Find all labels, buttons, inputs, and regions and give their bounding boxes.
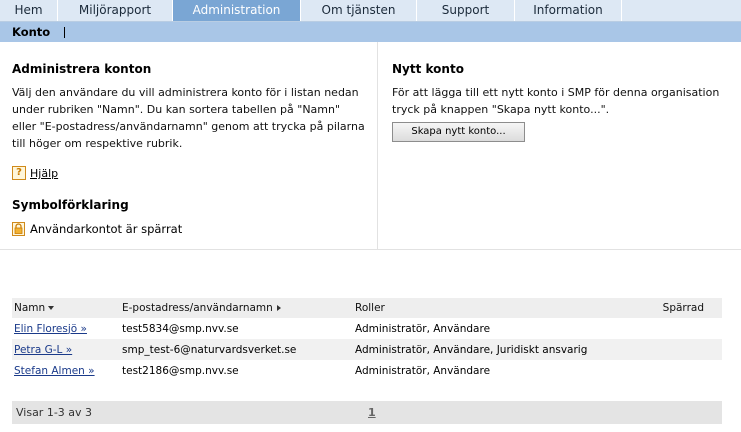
main-nav: Hem Miljörapport Administration Om tjäns…	[0, 0, 741, 22]
administrera-title: Administrera konton	[12, 62, 152, 76]
user-link[interactable]: Stefan Almen »	[14, 365, 95, 377]
lock-icon	[12, 222, 25, 236]
user-email: smp_test-6@naturvardsverket.se	[122, 343, 297, 356]
user-roles: Administratör, Användare	[355, 364, 491, 377]
result-count: Visar 1-3 av 3	[16, 406, 93, 419]
user-link[interactable]: Petra G-L »	[14, 344, 72, 356]
user-roles: Administratör, Användare	[355, 322, 491, 335]
sort-down-arrow-icon[interactable]	[48, 306, 55, 310]
create-account-button[interactable]: Skapa nytt konto...	[392, 122, 525, 142]
help-link[interactable]: Hjälp	[30, 167, 58, 180]
tab-administration[interactable]: Administration	[173, 0, 301, 21]
user-link[interactable]: Elin Floresjö »	[14, 323, 87, 335]
table-row: Petra G-L » smp_test-6@naturvardsverket.…	[12, 339, 722, 360]
page-link[interactable]: 1	[368, 406, 376, 419]
tab-support[interactable]: Support	[417, 0, 515, 21]
header-name[interactable]: Namn	[12, 302, 122, 314]
table-row: Stefan Almen » test2186@smp.nvv.se Admin…	[12, 360, 722, 381]
header-email[interactable]: E-postadress/användarnamn	[122, 302, 355, 314]
question-icon[interactable]: ?	[12, 166, 26, 180]
table-row: Elin Floresjö » test5834@smp.nvv.se Admi…	[12, 318, 722, 339]
nytt-konto-description: För att lägga till ett nytt konto i SMP …	[392, 86, 720, 116]
header-email-label: E-postadress/användarnamn	[122, 302, 273, 314]
sub-nav: Konto	[0, 22, 741, 42]
panel-divider	[377, 42, 378, 249]
administrera-description: Välj den användare du vill administrera …	[12, 86, 365, 150]
lock-legend-label: Användarkontot är spärrat	[30, 222, 183, 236]
user-email: test2186@smp.nvv.se	[122, 364, 239, 377]
symbol-legend-title: Symbolförklaring	[12, 198, 129, 212]
header-roles: Roller	[355, 302, 385, 314]
subnav-konto[interactable]: Konto	[12, 25, 50, 39]
sort-right-arrow-icon[interactable]	[276, 305, 281, 311]
header-name-label: Namn	[14, 302, 46, 314]
administrera-panel: Administrera konton Välj den användare d…	[12, 62, 367, 236]
help-link-row: ? Hjälp	[12, 166, 367, 180]
tab-miljorapport[interactable]: Miljörapport	[58, 0, 173, 21]
nytt-konto-panel: Nytt konto För att lägga till ett nytt k…	[392, 62, 737, 142]
nytt-konto-title: Nytt konto	[392, 62, 464, 76]
table-header: Namn E-postadress/användarnamn Roller Sp…	[12, 298, 722, 318]
header-locked: Spärrad	[662, 302, 704, 314]
pagination-bar: Visar 1-3 av 3 1	[12, 401, 722, 424]
accounts-table: Namn E-postadress/användarnamn Roller Sp…	[12, 298, 722, 381]
tab-hem[interactable]: Hem	[0, 0, 58, 21]
tab-information[interactable]: Information	[515, 0, 622, 21]
user-email: test5834@smp.nvv.se	[122, 322, 239, 335]
symbol-legend-lock: Användarkontot är spärrat	[12, 222, 367, 236]
tab-om-tjansten[interactable]: Om tjänsten	[301, 0, 417, 21]
subnav-separator	[64, 26, 66, 38]
user-roles: Administratör, Användare, Juridiskt ansv…	[355, 343, 588, 356]
section-divider	[0, 249, 741, 250]
